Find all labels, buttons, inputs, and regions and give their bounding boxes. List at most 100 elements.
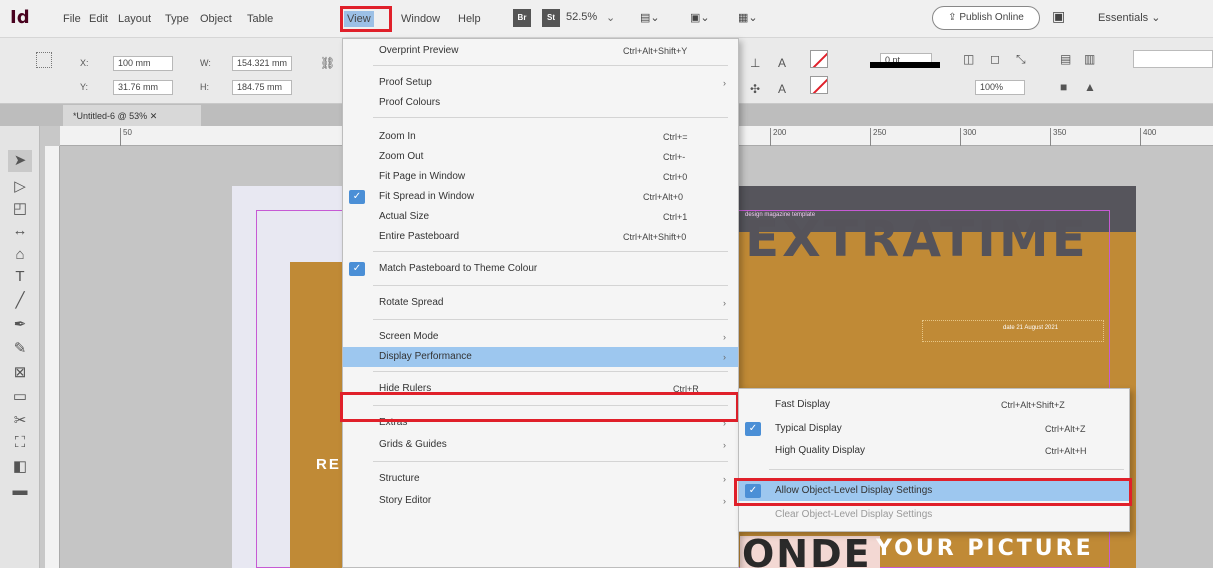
align-center-icon[interactable]: ▥ bbox=[1084, 52, 1095, 66]
menu-item-entire-pasteboard[interactable]: Entire Pasteboard Ctrl+Alt+Shift+0 bbox=[343, 227, 738, 247]
headline-text[interactable]: EXTRATIME bbox=[745, 214, 1135, 264]
w-field[interactable]: 154.321 mm bbox=[232, 56, 292, 71]
menu-item-story-editor[interactable]: Story Editor › bbox=[343, 491, 738, 511]
menu-item-label: Actual Size bbox=[379, 211, 430, 222]
stroke-swatch[interactable] bbox=[810, 76, 828, 94]
stroke-style-preview[interactable] bbox=[870, 62, 940, 68]
align-icon[interactable]: ⊥ bbox=[750, 56, 760, 70]
h-field[interactable]: 184.75 mm bbox=[232, 80, 292, 95]
menu-item-zoom-out[interactable]: Zoom Out Ctrl+- bbox=[343, 147, 738, 167]
menu-item-proof-setup[interactable]: Proof Setup › bbox=[343, 73, 738, 93]
left-page-text: RE bbox=[316, 456, 341, 473]
menu-item-allow-object-level[interactable]: ✓ Allow Object-Level Display Settings bbox=[739, 481, 1129, 501]
menu-item-clear-object-level: Clear Object-Level Display Settings bbox=[739, 505, 1129, 525]
menu-item-fit-page[interactable]: Fit Page in Window Ctrl+0 bbox=[343, 167, 738, 187]
submenu-arrow-icon: › bbox=[723, 298, 726, 308]
menu-item-high-quality-display[interactable]: High Quality Display Ctrl+Alt+H bbox=[739, 441, 1129, 461]
menu-item-proof-colours[interactable]: Proof Colours bbox=[343, 93, 738, 113]
effects-icon[interactable]: ■ bbox=[1060, 80, 1067, 94]
zoom-level[interactable]: 52.5% bbox=[566, 11, 597, 23]
type-tool-icon[interactable]: T bbox=[8, 266, 32, 288]
x-field[interactable]: 100 mm bbox=[113, 56, 173, 71]
menu-item-label: Proof Colours bbox=[379, 97, 441, 108]
menu-item-label: Story Editor bbox=[379, 495, 432, 506]
direct-selection-tool-icon[interactable]: ▷ bbox=[8, 176, 32, 198]
fit-content-icon[interactable]: ◻ bbox=[990, 52, 1000, 66]
arrange-documents-icon[interactable]: ▦⌄ bbox=[738, 11, 758, 24]
menu-item-shortcut: Ctrl+Alt+0 bbox=[643, 192, 684, 202]
menu-separator bbox=[769, 469, 1124, 470]
screen-mode-icon[interactable]: ▣⌄ bbox=[690, 11, 710, 24]
menu-item-label: Clear Object-Level Display Settings bbox=[775, 509, 933, 520]
menu-object[interactable]: Object bbox=[197, 11, 235, 27]
style-field[interactable] bbox=[1133, 50, 1213, 68]
bottom-headline-a: ONDE bbox=[742, 532, 872, 568]
opacity-field[interactable]: 100% bbox=[975, 80, 1025, 95]
submenu-arrow-icon: › bbox=[723, 496, 726, 506]
pen-tool-icon[interactable]: ✒ bbox=[8, 314, 32, 336]
view-options-icon[interactable]: ▤⌄ bbox=[640, 11, 660, 24]
menu-item-hide-rulers[interactable]: Hide Rulers Ctrl+R bbox=[343, 379, 738, 399]
menu-item-screen-mode[interactable]: Screen Mode › bbox=[343, 327, 738, 347]
app-logo: Id bbox=[10, 7, 30, 28]
y-field[interactable]: 31.76 mm bbox=[113, 80, 173, 95]
menu-edit[interactable]: Edit bbox=[86, 11, 111, 27]
date-frame[interactable] bbox=[922, 320, 1104, 342]
sync-icon[interactable]: ▣ bbox=[1052, 8, 1065, 25]
gap-tool-icon[interactable]: ↔ bbox=[8, 220, 32, 242]
menu-item-fit-spread[interactable]: ✓ Fit Spread in Window Ctrl+Alt+0 bbox=[343, 187, 738, 207]
w-label: W: bbox=[200, 58, 211, 68]
menu-item-match-pasteboard[interactable]: ✓ Match Pasteboard to Theme Colour bbox=[343, 259, 738, 279]
workspace-switcher[interactable]: Essentials ⌄ bbox=[1098, 11, 1160, 24]
free-transform-tool-icon[interactable]: ⛶ bbox=[8, 432, 32, 454]
fill-frame-icon[interactable]: ⤡ bbox=[1016, 52, 1026, 67]
menu-item-rotate-spread[interactable]: Rotate Spread › bbox=[343, 293, 738, 313]
menu-item-grids-guides[interactable]: Grids & Guides › bbox=[343, 435, 738, 455]
align-left-icon[interactable]: ▤ bbox=[1060, 52, 1071, 66]
publish-online-button[interactable]: ⇪ Publish Online bbox=[932, 6, 1040, 30]
menu-item-shortcut: Ctrl+Alt+H bbox=[1045, 446, 1087, 456]
text-wrap-icon[interactable]: A bbox=[778, 56, 786, 70]
pencil-tool-icon[interactable]: ✎ bbox=[8, 338, 32, 360]
constrain-proportions-icon[interactable]: ⛓ bbox=[320, 56, 335, 70]
menu-layout[interactable]: Layout bbox=[115, 11, 154, 27]
page-tool-icon[interactable]: ◰ bbox=[8, 198, 32, 220]
frame-fitting-icon[interactable]: ◫ bbox=[963, 52, 974, 66]
menu-item-fast-display[interactable]: Fast Display Ctrl+Alt+Shift+Z bbox=[739, 395, 1129, 415]
menu-item-shortcut: Ctrl+1 bbox=[663, 212, 688, 222]
menu-item-typical-display[interactable]: ✓ Typical Display Ctrl+Alt+Z bbox=[739, 419, 1129, 439]
menu-file[interactable]: File bbox=[60, 11, 84, 27]
shadow-icon[interactable]: ▲ bbox=[1084, 80, 1096, 94]
rectangle-tool-icon[interactable]: ▭ bbox=[8, 386, 32, 408]
selection-tool-icon[interactable]: ➤ bbox=[8, 150, 32, 172]
bridge-button[interactable]: Br bbox=[513, 9, 531, 27]
line-tool-icon[interactable]: ╱ bbox=[8, 290, 32, 312]
submenu-arrow-icon: › bbox=[723, 418, 726, 428]
menu-table[interactable]: Table bbox=[244, 11, 276, 27]
note-tool-icon[interactable]: ▬ bbox=[8, 480, 32, 502]
menu-item-structure[interactable]: Structure › bbox=[343, 469, 738, 489]
x-label: X: bbox=[80, 58, 89, 68]
menu-item-actual-size[interactable]: Actual Size Ctrl+1 bbox=[343, 207, 738, 227]
fill-swatch[interactable] bbox=[810, 50, 828, 68]
stock-button[interactable]: St bbox=[542, 9, 560, 27]
scissors-tool-icon[interactable]: ✂ bbox=[8, 410, 32, 432]
content-collector-icon[interactable]: ⌂ bbox=[8, 244, 32, 266]
publish-online-label: Publish Online bbox=[959, 12, 1024, 23]
menu-help[interactable]: Help bbox=[455, 11, 484, 27]
menu-item-overprint-preview[interactable]: Overprint Preview Ctrl+Alt+Shift+Y bbox=[343, 41, 738, 61]
menu-item-zoom-in[interactable]: Zoom In Ctrl+= bbox=[343, 127, 738, 147]
gradient-swatch-tool-icon[interactable]: ◧ bbox=[8, 456, 32, 478]
text-orientation-icon[interactable]: A bbox=[778, 82, 786, 96]
reference-point-icon[interactable] bbox=[36, 52, 52, 68]
menu-item-display-performance[interactable]: Display Performance › bbox=[343, 347, 738, 367]
menu-item-extras[interactable]: Extras › bbox=[343, 413, 738, 433]
chevron-down-icon[interactable]: ⌄ bbox=[606, 11, 615, 24]
close-tab-icon[interactable]: ✕ bbox=[150, 111, 158, 121]
menu-type[interactable]: Type bbox=[162, 11, 192, 27]
rectangle-frame-tool-icon[interactable]: ⊠ bbox=[8, 362, 32, 384]
menu-view[interactable]: View bbox=[344, 11, 374, 27]
distribute-icon[interactable]: ✣ bbox=[750, 82, 760, 96]
document-tab[interactable]: *Untitled-6 @ 53% ✕ bbox=[62, 104, 202, 126]
menu-window[interactable]: Window bbox=[398, 11, 443, 27]
